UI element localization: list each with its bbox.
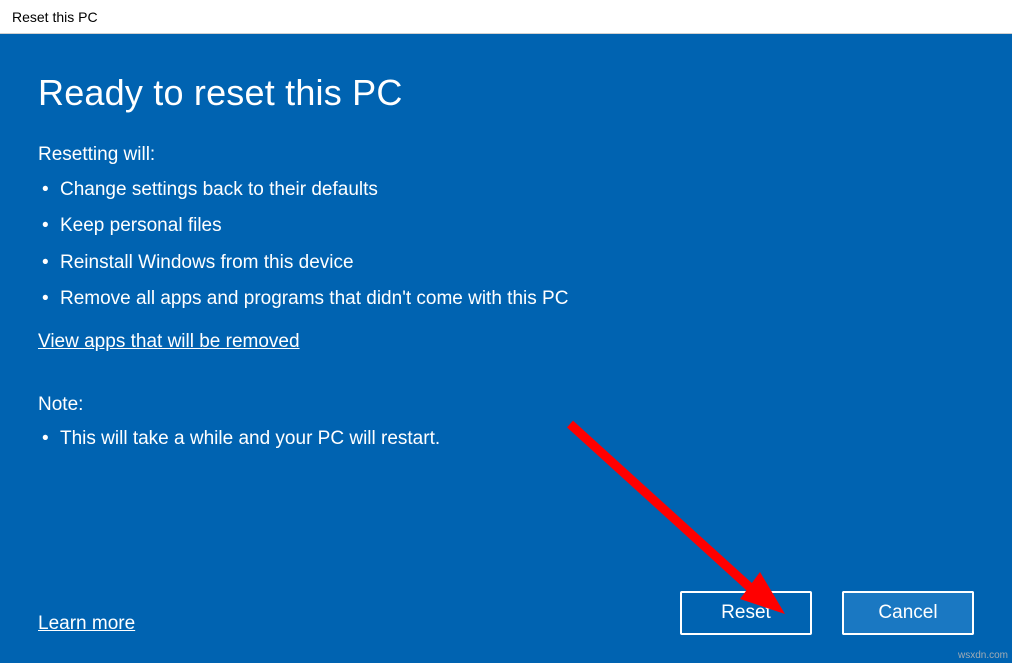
- cancel-button[interactable]: Cancel: [842, 591, 974, 635]
- watermark: wsxdn.com: [958, 650, 1008, 661]
- list-item: Reinstall Windows from this device: [40, 250, 974, 277]
- list-item: Change settings back to their defaults: [40, 177, 974, 204]
- reset-button[interactable]: Reset: [680, 591, 812, 635]
- resetting-bullets: Change settings back to their defaults K…: [40, 177, 974, 313]
- button-row: Reset Cancel: [680, 591, 974, 635]
- window-title: Reset this PC: [12, 9, 98, 25]
- note-section: Note: This will take a while and your PC…: [38, 392, 974, 453]
- note-label: Note:: [38, 392, 974, 419]
- dialog-body: Ready to reset this PC Resetting will: C…: [0, 34, 1012, 663]
- learn-more-link[interactable]: Learn more: [38, 613, 135, 635]
- content: Resetting will: Change settings back to …: [38, 142, 974, 463]
- view-apps-link[interactable]: View apps that will be removed: [38, 329, 300, 356]
- list-item: This will take a while and your PC will …: [40, 426, 974, 453]
- note-bullets: This will take a while and your PC will …: [40, 426, 974, 453]
- resetting-label: Resetting will:: [38, 142, 974, 169]
- list-item: Keep personal files: [40, 213, 974, 240]
- list-item: Remove all apps and programs that didn't…: [40, 286, 974, 313]
- titlebar: Reset this PC: [0, 0, 1012, 34]
- footer: Learn more Reset Cancel: [38, 591, 974, 635]
- page-heading: Ready to reset this PC: [38, 72, 974, 114]
